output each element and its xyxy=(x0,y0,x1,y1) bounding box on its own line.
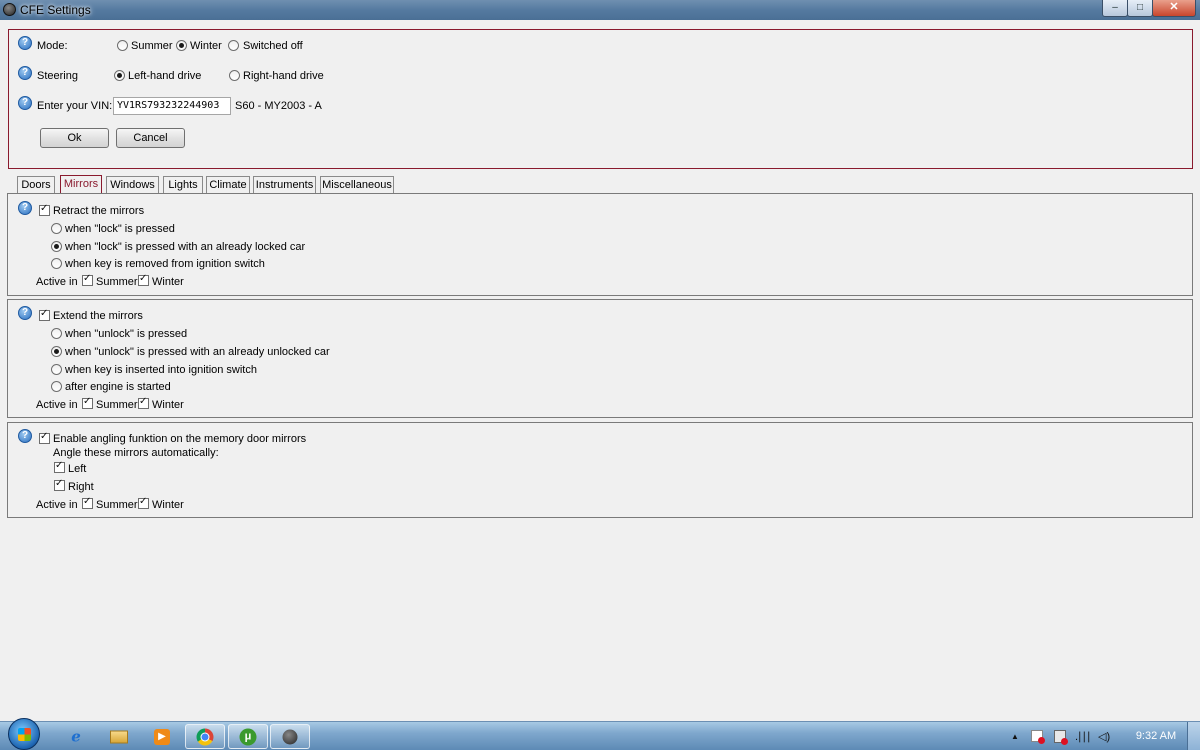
retract-mirrors-group: ? Retract the mirrors when "lock" is pre… xyxy=(7,193,1193,296)
action-center-flag-icon[interactable] xyxy=(1031,730,1045,744)
angling-checkbox[interactable] xyxy=(39,431,50,444)
mode-label: Mode: xyxy=(37,40,68,52)
network-device-icon[interactable] xyxy=(1054,730,1068,745)
extend-option-label[interactable]: when "unlock" is pressed xyxy=(65,328,187,340)
extend-option-label[interactable]: after engine is started xyxy=(65,381,171,393)
active-winter-checkbox[interactable] xyxy=(138,496,149,509)
mode-switched-off-radio[interactable] xyxy=(228,40,239,51)
extend-option-radio[interactable] xyxy=(51,328,62,339)
angle-right-checkbox[interactable] xyxy=(54,478,65,491)
cancel-button[interactable]: Cancel xyxy=(116,128,185,148)
retract-option-radio[interactable] xyxy=(51,223,62,234)
window-title-bar[interactable]: CFE Settings – □ ✕ xyxy=(0,0,1200,20)
window-title: CFE Settings xyxy=(20,3,91,17)
steering-left-radio[interactable] xyxy=(114,70,125,81)
general-settings-panel: ? Mode: Summer Winter Switched off ? Ste… xyxy=(8,29,1193,169)
tab-lights[interactable]: Lights xyxy=(163,176,203,194)
help-icon[interactable]: ? xyxy=(18,36,32,50)
maximize-button[interactable]: □ xyxy=(1127,0,1153,17)
help-icon[interactable]: ? xyxy=(18,96,32,110)
active-winter-checkbox[interactable] xyxy=(138,396,149,409)
steering-left-label[interactable]: Left-hand drive xyxy=(128,70,201,82)
mode-summer-radio[interactable] xyxy=(117,40,128,51)
cfe-app-icon[interactable] xyxy=(270,724,310,749)
angling-subtitle: Angle these mirrors automatically: xyxy=(53,447,219,459)
active-winter-label[interactable]: Winter xyxy=(152,276,184,288)
file-explorer-icon[interactable] xyxy=(99,724,139,749)
show-desktop-button[interactable] xyxy=(1187,722,1200,750)
retract-mirrors-checkbox[interactable] xyxy=(39,203,50,216)
help-icon[interactable]: ? xyxy=(18,66,32,80)
mode-summer-label[interactable]: Summer xyxy=(131,40,173,52)
utorrent-icon[interactable]: μ xyxy=(228,724,268,749)
tab-windows[interactable]: Windows xyxy=(106,176,159,194)
tab-doors[interactable]: Doors xyxy=(17,176,55,194)
active-summer-label[interactable]: Summer xyxy=(96,499,138,511)
active-winter-label[interactable]: Winter xyxy=(152,399,184,411)
volume-icon[interactable]: ◁) xyxy=(1098,730,1110,743)
angling-label[interactable]: Enable angling funktion on the memory do… xyxy=(53,433,306,445)
extend-option-label[interactable]: when key is inserted into ignition switc… xyxy=(65,364,257,376)
mode-winter-label[interactable]: Winter xyxy=(190,40,222,52)
ok-button[interactable]: Ok xyxy=(40,128,109,148)
angle-left-checkbox[interactable] xyxy=(54,460,65,473)
steering-right-radio[interactable] xyxy=(229,70,240,81)
mode-switched-off-label[interactable]: Switched off xyxy=(243,40,303,52)
tab-climate[interactable]: Climate xyxy=(206,176,250,194)
vin-model-text: S60 - MY2003 - A xyxy=(235,100,322,112)
retract-option-radio[interactable] xyxy=(51,258,62,269)
app-icon xyxy=(3,3,16,16)
angling-mirrors-group: ? Enable angling funktion on the memory … xyxy=(7,422,1193,518)
extend-option-label[interactable]: when "unlock" is pressed with an already… xyxy=(65,346,330,358)
clock[interactable]: 9:32 AM xyxy=(1130,730,1182,742)
extend-option-radio[interactable] xyxy=(51,364,62,375)
minimize-button[interactable]: – xyxy=(1102,0,1128,17)
angle-right-label[interactable]: Right xyxy=(68,481,94,493)
chrome-icon[interactable] xyxy=(185,724,225,749)
extend-mirrors-label[interactable]: Extend the mirrors xyxy=(53,310,143,322)
retract-option-label[interactable]: when "lock" is pressed with an already l… xyxy=(65,241,305,253)
internet-explorer-icon[interactable]: e xyxy=(56,724,96,749)
windows-start-icon[interactable] xyxy=(8,718,40,750)
retract-option-radio[interactable] xyxy=(51,241,62,252)
media-player-icon[interactable]: ▶ xyxy=(142,724,182,749)
mode-winter-radio[interactable] xyxy=(176,40,187,51)
active-in-label: Active in xyxy=(36,499,78,511)
tab-miscellaneous[interactable]: Miscellaneous xyxy=(320,176,394,194)
wifi-signal-icon[interactable]: .∣∣∣ xyxy=(1075,730,1092,743)
taskbar: e ▶ μ ▲ .∣∣∣ ◁) 9:32 AM xyxy=(0,718,1200,750)
active-summer-label[interactable]: Summer xyxy=(96,276,138,288)
retract-mirrors-label[interactable]: Retract the mirrors xyxy=(53,205,144,217)
active-summer-checkbox[interactable] xyxy=(82,396,93,409)
active-in-label: Active in xyxy=(36,399,78,411)
angle-left-label[interactable]: Left xyxy=(68,463,86,475)
tab-instruments[interactable]: Instruments xyxy=(253,176,316,194)
active-winter-checkbox[interactable] xyxy=(138,273,149,286)
help-icon[interactable]: ? xyxy=(18,429,32,443)
extend-mirrors-group: ? Extend the mirrors when "unlock" is pr… xyxy=(7,299,1193,418)
retract-option-label[interactable]: when "lock" is pressed xyxy=(65,223,175,235)
tab-mirrors[interactable]: Mirrors xyxy=(60,175,102,195)
steering-right-label[interactable]: Right-hand drive xyxy=(243,70,324,82)
active-winter-label[interactable]: Winter xyxy=(152,499,184,511)
retract-option-label[interactable]: when key is removed from ignition switch xyxy=(65,258,265,270)
active-in-label: Active in xyxy=(36,276,78,288)
extend-option-radio[interactable] xyxy=(51,381,62,392)
active-summer-checkbox[interactable] xyxy=(82,496,93,509)
extend-mirrors-checkbox[interactable] xyxy=(39,308,50,321)
active-summer-label[interactable]: Summer xyxy=(96,399,138,411)
close-button[interactable]: ✕ xyxy=(1152,0,1196,17)
active-summer-checkbox[interactable] xyxy=(82,273,93,286)
vin-input[interactable]: YV1RS793232244903 xyxy=(113,97,231,115)
help-icon[interactable]: ? xyxy=(18,201,32,215)
tray-expand-icon[interactable]: ▲ xyxy=(1011,732,1019,741)
vin-label: Enter your VIN: xyxy=(37,100,113,112)
steering-label: Steering xyxy=(37,70,78,82)
help-icon[interactable]: ? xyxy=(18,306,32,320)
extend-option-radio[interactable] xyxy=(51,346,62,357)
